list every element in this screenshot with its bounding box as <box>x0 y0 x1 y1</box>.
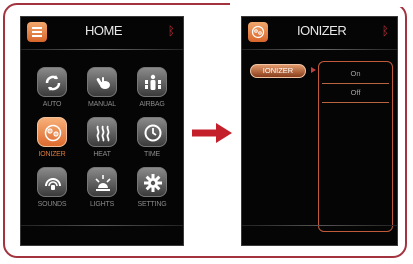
ionizer-screen: IONIZER ᛒ IONIZER On Off <box>241 16 398 246</box>
tile-label-heat: HEAT <box>93 151 111 158</box>
setting-button[interactable] <box>137 167 167 197</box>
airbag-body-icon <box>145 74 161 90</box>
home-screen: HOME ᛒ AUTO MANUAL AIRBAG IONIZER HEAT T… <box>20 16 184 246</box>
auto-cycle-icon <box>45 75 61 91</box>
manual-hand-icon <box>96 77 110 89</box>
home-header: HOME ᛒ <box>21 17 183 47</box>
page-title: HOME <box>85 23 123 38</box>
heat-button[interactable] <box>87 117 117 147</box>
time-button[interactable] <box>137 117 167 147</box>
page-title: IONIZER <box>297 23 347 38</box>
manual-button[interactable] <box>87 67 117 97</box>
auto-button[interactable] <box>37 67 67 97</box>
menu-list-icon[interactable] <box>27 22 47 42</box>
selection-pointer-icon <box>311 67 316 73</box>
transition-arrow-icon <box>192 123 232 143</box>
sound-icon <box>45 178 61 190</box>
option-on[interactable]: On <box>322 65 389 84</box>
ionizer-button[interactable] <box>37 117 67 147</box>
sounds-button[interactable] <box>37 167 67 197</box>
tile-label-setting: SETTING <box>137 201 167 208</box>
tile-label-airbag: AIRBAG <box>139 101 165 108</box>
ionizer-menu-item[interactable]: IONIZER <box>250 64 306 78</box>
ionizer-icon <box>44 124 62 142</box>
tile-label-manual: MANUAL <box>88 101 116 108</box>
bluetooth-icon: ᛒ <box>381 24 389 38</box>
tile-label-lights: LIGHTS <box>89 201 115 208</box>
option-off[interactable]: Off <box>322 84 389 103</box>
ionizer-options-panel: On Off <box>318 61 393 232</box>
clock-icon <box>144 124 162 142</box>
airbag-button[interactable] <box>137 67 167 97</box>
tile-label-auto: AUTO <box>42 101 62 108</box>
tile-label-sounds: SOUNDS <box>37 201 67 208</box>
ionizer-header: IONIZER ᛒ <box>242 17 397 47</box>
gear-icon <box>144 174 162 192</box>
heat-waves-icon <box>96 125 110 142</box>
ionizer-icon[interactable] <box>248 22 268 42</box>
lights-button[interactable] <box>87 167 117 197</box>
tile-label-time: TIME <box>144 151 160 158</box>
tile-label-ionizer: IONIZER <box>38 151 66 158</box>
bluetooth-icon: ᛒ <box>167 24 175 38</box>
light-bulb-icon <box>95 175 111 191</box>
